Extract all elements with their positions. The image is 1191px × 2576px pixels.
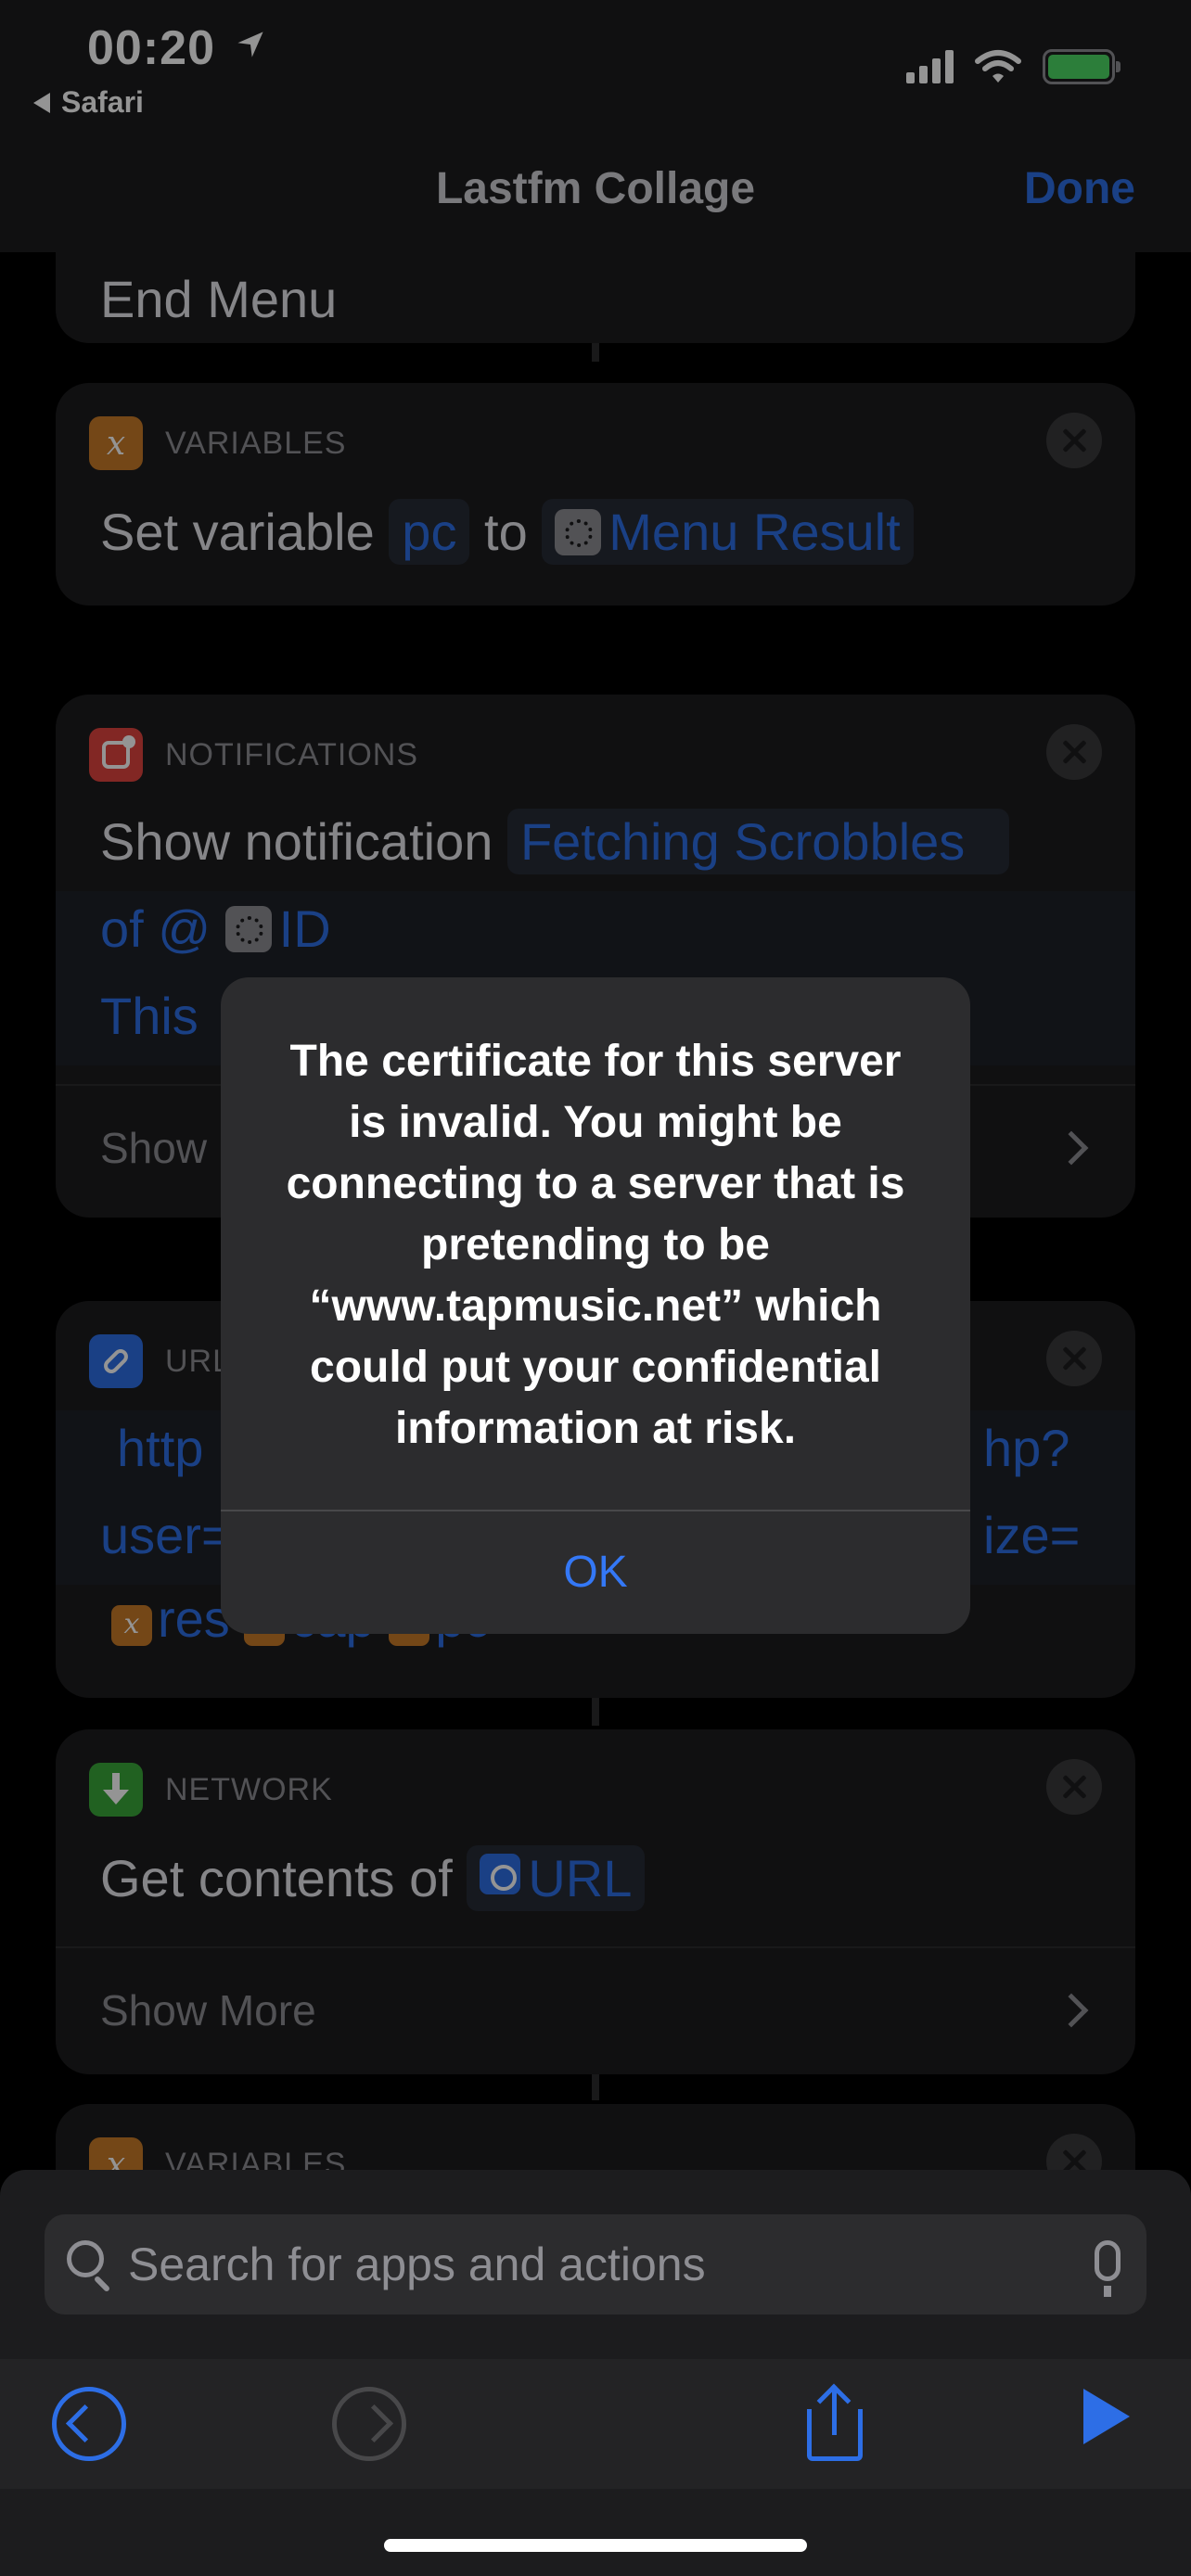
search-input[interactable]: [128, 2214, 1056, 2315]
search-icon: [67, 2240, 104, 2277]
redo-icon[interactable]: [332, 2387, 406, 2461]
certificate-alert: The certificate for this server is inval…: [221, 977, 970, 1634]
search-bar[interactable]: [45, 2214, 1146, 2315]
microphone-icon[interactable]: [1095, 2240, 1121, 2297]
editor-toolbar: [0, 2359, 1191, 2489]
share-icon[interactable]: [800, 2383, 874, 2461]
undo-icon[interactable]: [52, 2387, 126, 2461]
home-indicator: [384, 2539, 807, 2552]
alert-ok-button[interactable]: OK: [221, 1511, 970, 1634]
alert-message: The certificate for this server is inval…: [286, 1037, 905, 1453]
bottom-panel: [0, 2170, 1191, 2576]
play-icon[interactable]: [1083, 2389, 1130, 2444]
